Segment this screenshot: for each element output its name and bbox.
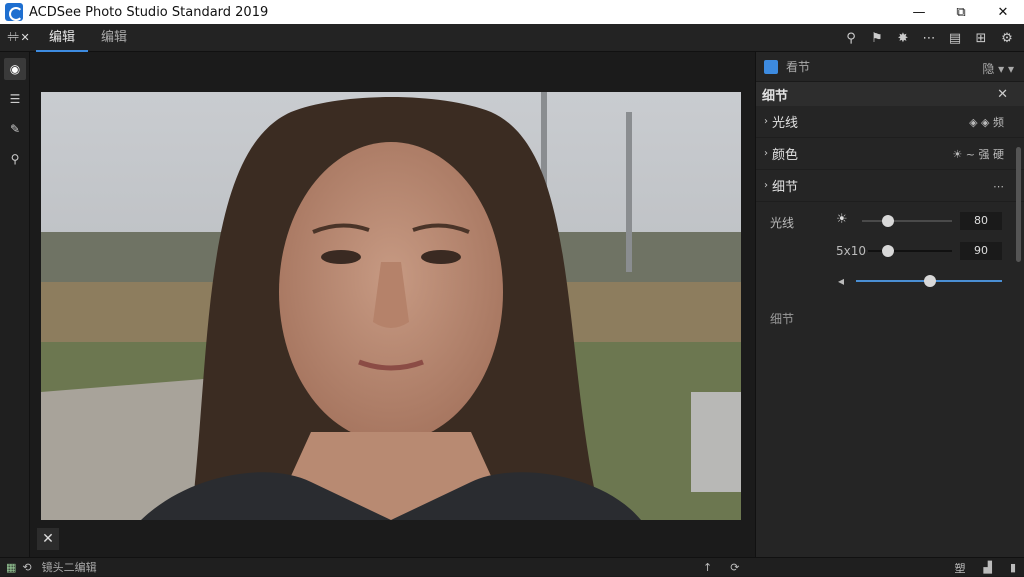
main-toolbar: ⫩⫩ ✕ 编辑 编辑 ⚲ ⚑ ✸ ⋯ ▤ ⊞ ⚙ [0, 24, 1024, 52]
more-icon[interactable]: ⋯ [916, 31, 942, 46]
chevron-right-icon: › [764, 180, 768, 191]
grid-icon[interactable]: ⊞ [968, 31, 994, 46]
brush-icon[interactable]: ✎ [4, 118, 26, 140]
left-toolbar: ◉ ☰ ✎ ⚲ [0, 52, 30, 557]
eye-icon[interactable]: ◉ [4, 58, 26, 80]
layers-icon[interactable]: ☰ [4, 88, 26, 110]
slider-light: 光线 ☀ 80 [756, 206, 1024, 236]
toolbar-right-icons: ⚲ ⚑ ✸ ⋯ ▤ ⊞ ⚙ [838, 24, 1020, 52]
slider-value[interactable]: 90 [960, 242, 1002, 260]
panel-options-button[interactable]: 隐 ▾ ▾ [982, 60, 1014, 77]
slider-thumb[interactable] [882, 215, 894, 227]
section-label: 细节 [772, 180, 799, 195]
status-bar: ▦ ⟲ 镜头二编辑 ↑ ⟳ 塑 ▟ ▮ [0, 557, 1024, 576]
search-icon[interactable]: ⚲ [838, 31, 864, 46]
portrait-image [41, 92, 741, 520]
slider-track[interactable] [862, 220, 952, 222]
slider-track[interactable] [868, 250, 952, 252]
status-label-right[interactable]: ▮ [1010, 561, 1016, 574]
panel-subheader: 细节 ✕ [756, 82, 1024, 106]
grid-status-icon[interactable]: ▦ [6, 561, 16, 574]
slider-label: 光线 [770, 216, 795, 230]
slider-thumb[interactable] [882, 245, 894, 257]
tools-menu-button[interactable]: ⫩⫩ ✕ [0, 31, 36, 45]
bookmark-icon[interactable]: ⚑ [864, 31, 890, 46]
rotate-icon[interactable]: ⟳ [730, 561, 739, 574]
detail-tool-icon [764, 59, 778, 74]
minimize-button[interactable]: — [898, 0, 940, 24]
panel-close-button[interactable]: ✕ [997, 87, 1008, 102]
acdsee-logo-icon [5, 3, 23, 21]
close-icon[interactable]: ✕ [37, 528, 59, 550]
window-title: ACDSee Photo Studio Standard 2019 [29, 4, 269, 20]
detail-sublabel: 细节 [770, 312, 795, 326]
panel-title: 看节 [786, 60, 811, 74]
status-right: 塑 ▟ ▮ [954, 558, 1016, 577]
more-icon[interactable]: ⋯ [993, 170, 1004, 202]
status-text: 镜头二编辑 [41, 561, 97, 574]
portrait-photo[interactable] [41, 92, 741, 520]
adjust-panel: 看节 隐 ▾ ▾ 细节 ✕ › 光线 ◈ ◈ 频 › 颜色 ☀ ~ 强 硬 › … [755, 52, 1024, 557]
window-controls: — ⧉ ✕ [898, 0, 1024, 24]
section-light[interactable]: › 光线 ◈ ◈ 频 [756, 106, 1024, 138]
title-bar: ACDSee Photo Studio Standard 2019 — ⧉ ✕ [0, 0, 1024, 24]
slider-thumb[interactable] [924, 275, 936, 287]
chevron-right-icon: › [764, 116, 768, 127]
sun-icon: ☀ [836, 212, 848, 227]
maximize-button[interactable]: ⧉ [940, 0, 982, 24]
status-mid-icons: ↑ ⟳ [703, 558, 739, 577]
monitor-icon[interactable]: ▤ [942, 31, 968, 46]
section-tools[interactable]: ◈ ◈ 频 [969, 106, 1004, 138]
panel-scrollbar[interactable] [1016, 147, 1021, 262]
status-label-left[interactable]: 塑 [954, 560, 965, 576]
section-detail[interactable]: › 细节 ⋯ [756, 170, 1024, 202]
slider-value[interactable]: 80 [960, 212, 1002, 230]
close-button[interactable]: ✕ [982, 0, 1024, 24]
slider-5x10: 5x10 90 [756, 236, 1024, 266]
chevron-right-icon: › [764, 148, 768, 159]
slider-volume: ◂ [756, 266, 1024, 296]
pin-icon[interactable]: ↑ [703, 561, 712, 574]
settings-icon[interactable]: ⚙ [994, 31, 1020, 46]
section-label: 颜色 [772, 148, 799, 163]
panel-header: 看节 隐 ▾ ▾ [756, 52, 1024, 82]
section-label: 光线 [772, 116, 799, 131]
zoom-icon[interactable]: ⚲ [4, 148, 26, 170]
image-canvas: ✕ [31, 52, 753, 557]
refresh-icon[interactable]: ⟲ [22, 561, 31, 574]
speaker-icon: ◂ [838, 274, 845, 288]
tab-edit[interactable]: 编辑 [36, 24, 89, 52]
slider-label: 5x10 [836, 244, 867, 258]
gear-icon[interactable]: ✸ [890, 31, 916, 46]
section-color[interactable]: › 颜色 ☀ ~ 强 硬 [756, 138, 1024, 170]
panel-subtitle: 细节 [762, 88, 789, 104]
status-label-mid[interactable]: ▟ [983, 561, 991, 574]
tab-edit-secondary[interactable]: 编辑 [88, 24, 140, 52]
section-tools[interactable]: ☀ ~ 强 硬 [952, 138, 1004, 170]
